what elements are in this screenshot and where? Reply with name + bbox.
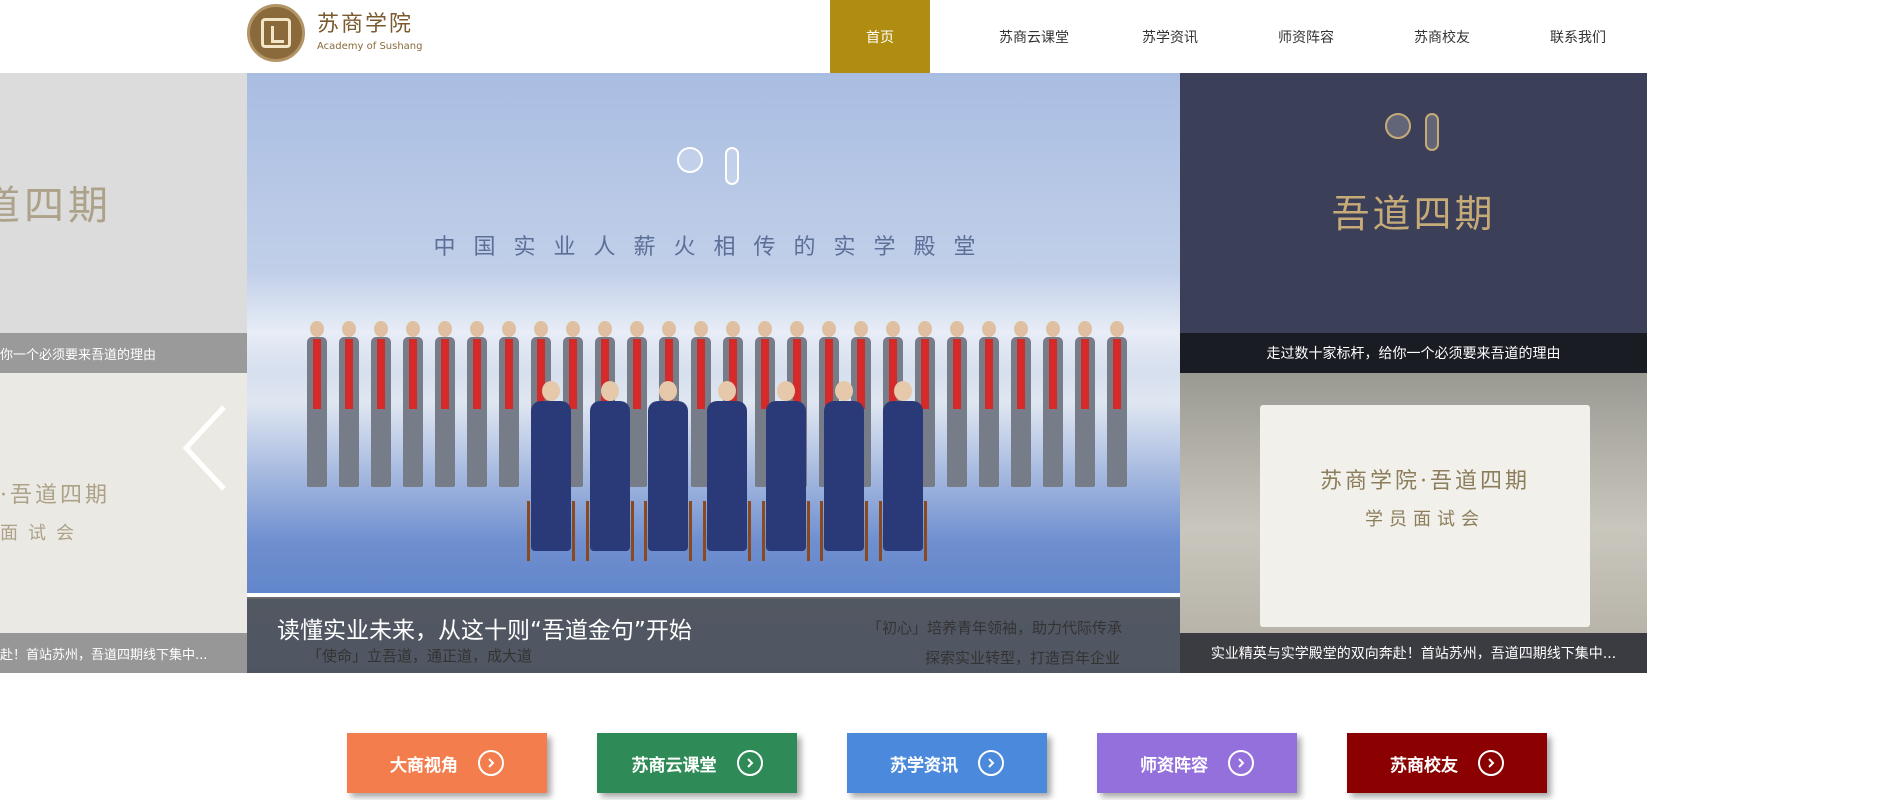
standing-person (1043, 321, 1063, 491)
seated-person (644, 381, 693, 561)
quick-link-cloud-class[interactable]: 苏商云课堂 (597, 733, 797, 793)
chevron-right-circle-icon (1228, 750, 1254, 776)
seated-person (878, 381, 927, 561)
slide-next-board-title: 苏商学院·吾道四期 (1320, 469, 1530, 494)
chevron-right-circle-icon (1478, 750, 1504, 776)
standing-person (1107, 321, 1127, 491)
standing-person (979, 321, 999, 491)
slide-next-title: 吾道四期 (1331, 192, 1496, 236)
quick-link-label: 苏学资讯 (890, 755, 958, 776)
slide-next-band: 走过数十家标杆，给你一个必须要来吾道的理由 (1180, 333, 1647, 373)
wudao-emblem-icon (1425, 113, 1439, 151)
slide-next-board-subtitle: 学员面试会 (1365, 509, 1485, 530)
standing-person (1011, 321, 1031, 491)
quick-link-news[interactable]: 苏学资讯 (847, 733, 1047, 793)
logo-subtitle: Academy of Sushang (317, 41, 423, 52)
seated-person (585, 381, 634, 561)
slide-caption-bar: 「初心」培养青年领袖，助力代际传承 「使命」立吾道，通正道，成大道 探索实业转型… (247, 597, 1180, 673)
carousel-slide-prev[interactable]: 道四期 你一个必须要来吾道的理由 ·吾道四期 面试会 赴！首站苏州，吾道四期线下… (0, 73, 247, 673)
chevron-right-circle-icon (478, 750, 504, 776)
standing-person (467, 321, 487, 491)
slide-next-subtitle-decoration (1180, 233, 1647, 244)
slide-slogan: 中国实业人薪火相传的实学殿堂 (433, 235, 994, 260)
academy-emblem-icon (677, 147, 703, 173)
standing-person (435, 321, 455, 491)
nav-item-contact[interactable]: 联系我们 (1510, 0, 1646, 73)
slide-prev-dim-overlay (0, 73, 247, 673)
quick-link-faculty[interactable]: 师资阵容 (1097, 733, 1297, 793)
nav-item-cloud-class[interactable]: 苏商云课堂 (966, 0, 1102, 73)
nav-item-faculty[interactable]: 师资阵容 (1238, 0, 1374, 73)
wudao-emblem-icon (725, 147, 739, 185)
quick-link-label: 师资阵容 (1140, 755, 1208, 776)
logo-seal-icon (247, 4, 305, 62)
site-header: 苏商学院 Academy of Sushang 首页 苏商云课堂 苏学资讯 师资… (0, 0, 1892, 73)
quick-link-label: 大商视角 (390, 755, 458, 776)
main-nav: 首页 苏商云课堂 苏学资讯 师资阵容 苏商校友 联系我们 (830, 0, 1646, 73)
quick-link-label: 苏商云课堂 (631, 755, 717, 776)
chevron-right-circle-icon (978, 750, 1004, 776)
slide-next-caption: 实业精英与实学殿堂的双向奔赴！首站苏州，吾道四期线下集中... (1180, 633, 1647, 673)
standing-person (499, 321, 519, 491)
seated-person (761, 381, 810, 561)
quick-link-perspective[interactable]: 大商视角 (347, 733, 547, 793)
seated-person (820, 381, 869, 561)
carousel-slide-active[interactable]: 中国实业人薪火相传的实学殿堂 「初心」培养青年领袖，助力代际传承 「使命」立吾道… (247, 73, 1180, 673)
carousel-prev-arrow-icon[interactable] (180, 403, 230, 493)
carousel-slide-next[interactable]: 吾道四期 走过数十家标杆，给你一个必须要来吾道的理由 苏商学院·吾道四期 学员面… (1180, 73, 1647, 673)
carousel-next-arrow-icon[interactable] (1652, 403, 1702, 493)
slide-caption-title[interactable]: 读懂实业未来，从这十则“吾道金句”开始 (277, 611, 692, 645)
quick-link-alumni[interactable]: 苏商校友 (1347, 733, 1547, 793)
group-photo-seated-row (527, 381, 927, 561)
quick-links: 大商视角 苏商云课堂 苏学资讯 师资阵容 苏商校友 (0, 730, 1892, 800)
nav-item-alumni[interactable]: 苏商校友 (1374, 0, 1510, 73)
academy-emblem-icon (1385, 113, 1411, 139)
chevron-right-circle-icon (736, 750, 763, 776)
slide-next-board: 苏商学院·吾道四期 学员面试会 (1260, 405, 1590, 627)
standing-person (947, 321, 967, 491)
slide-next-emblems (1385, 113, 1439, 151)
caption-quote-line2: 「使命」立吾道，通正道，成大道 (307, 647, 533, 665)
standing-person (403, 321, 423, 491)
standing-person (307, 321, 327, 491)
hero-carousel: 道四期 你一个必须要来吾道的理由 ·吾道四期 面试会 赴！首站苏州，吾道四期线下… (0, 73, 1892, 673)
caption-quote-line3: 探索实业转型，打造百年企业 (925, 649, 1121, 667)
standing-person (371, 321, 391, 491)
caption-quote-line1: 「初心」培养青年领袖，助力代际传承 (867, 619, 1123, 637)
group-photo (307, 321, 1127, 581)
nav-item-home[interactable]: 首页 (830, 0, 930, 73)
nav-item-news[interactable]: 苏学资讯 (1102, 0, 1238, 73)
quick-link-label: 苏商校友 (1390, 755, 1458, 776)
seated-person (527, 381, 575, 561)
standing-person (1075, 321, 1095, 491)
logo-title: 苏商学院 (317, 12, 414, 37)
seated-person (702, 381, 751, 561)
standing-person (339, 321, 359, 491)
site-logo[interactable]: 苏商学院 Academy of Sushang (247, 4, 423, 62)
slide-emblems (677, 147, 739, 185)
